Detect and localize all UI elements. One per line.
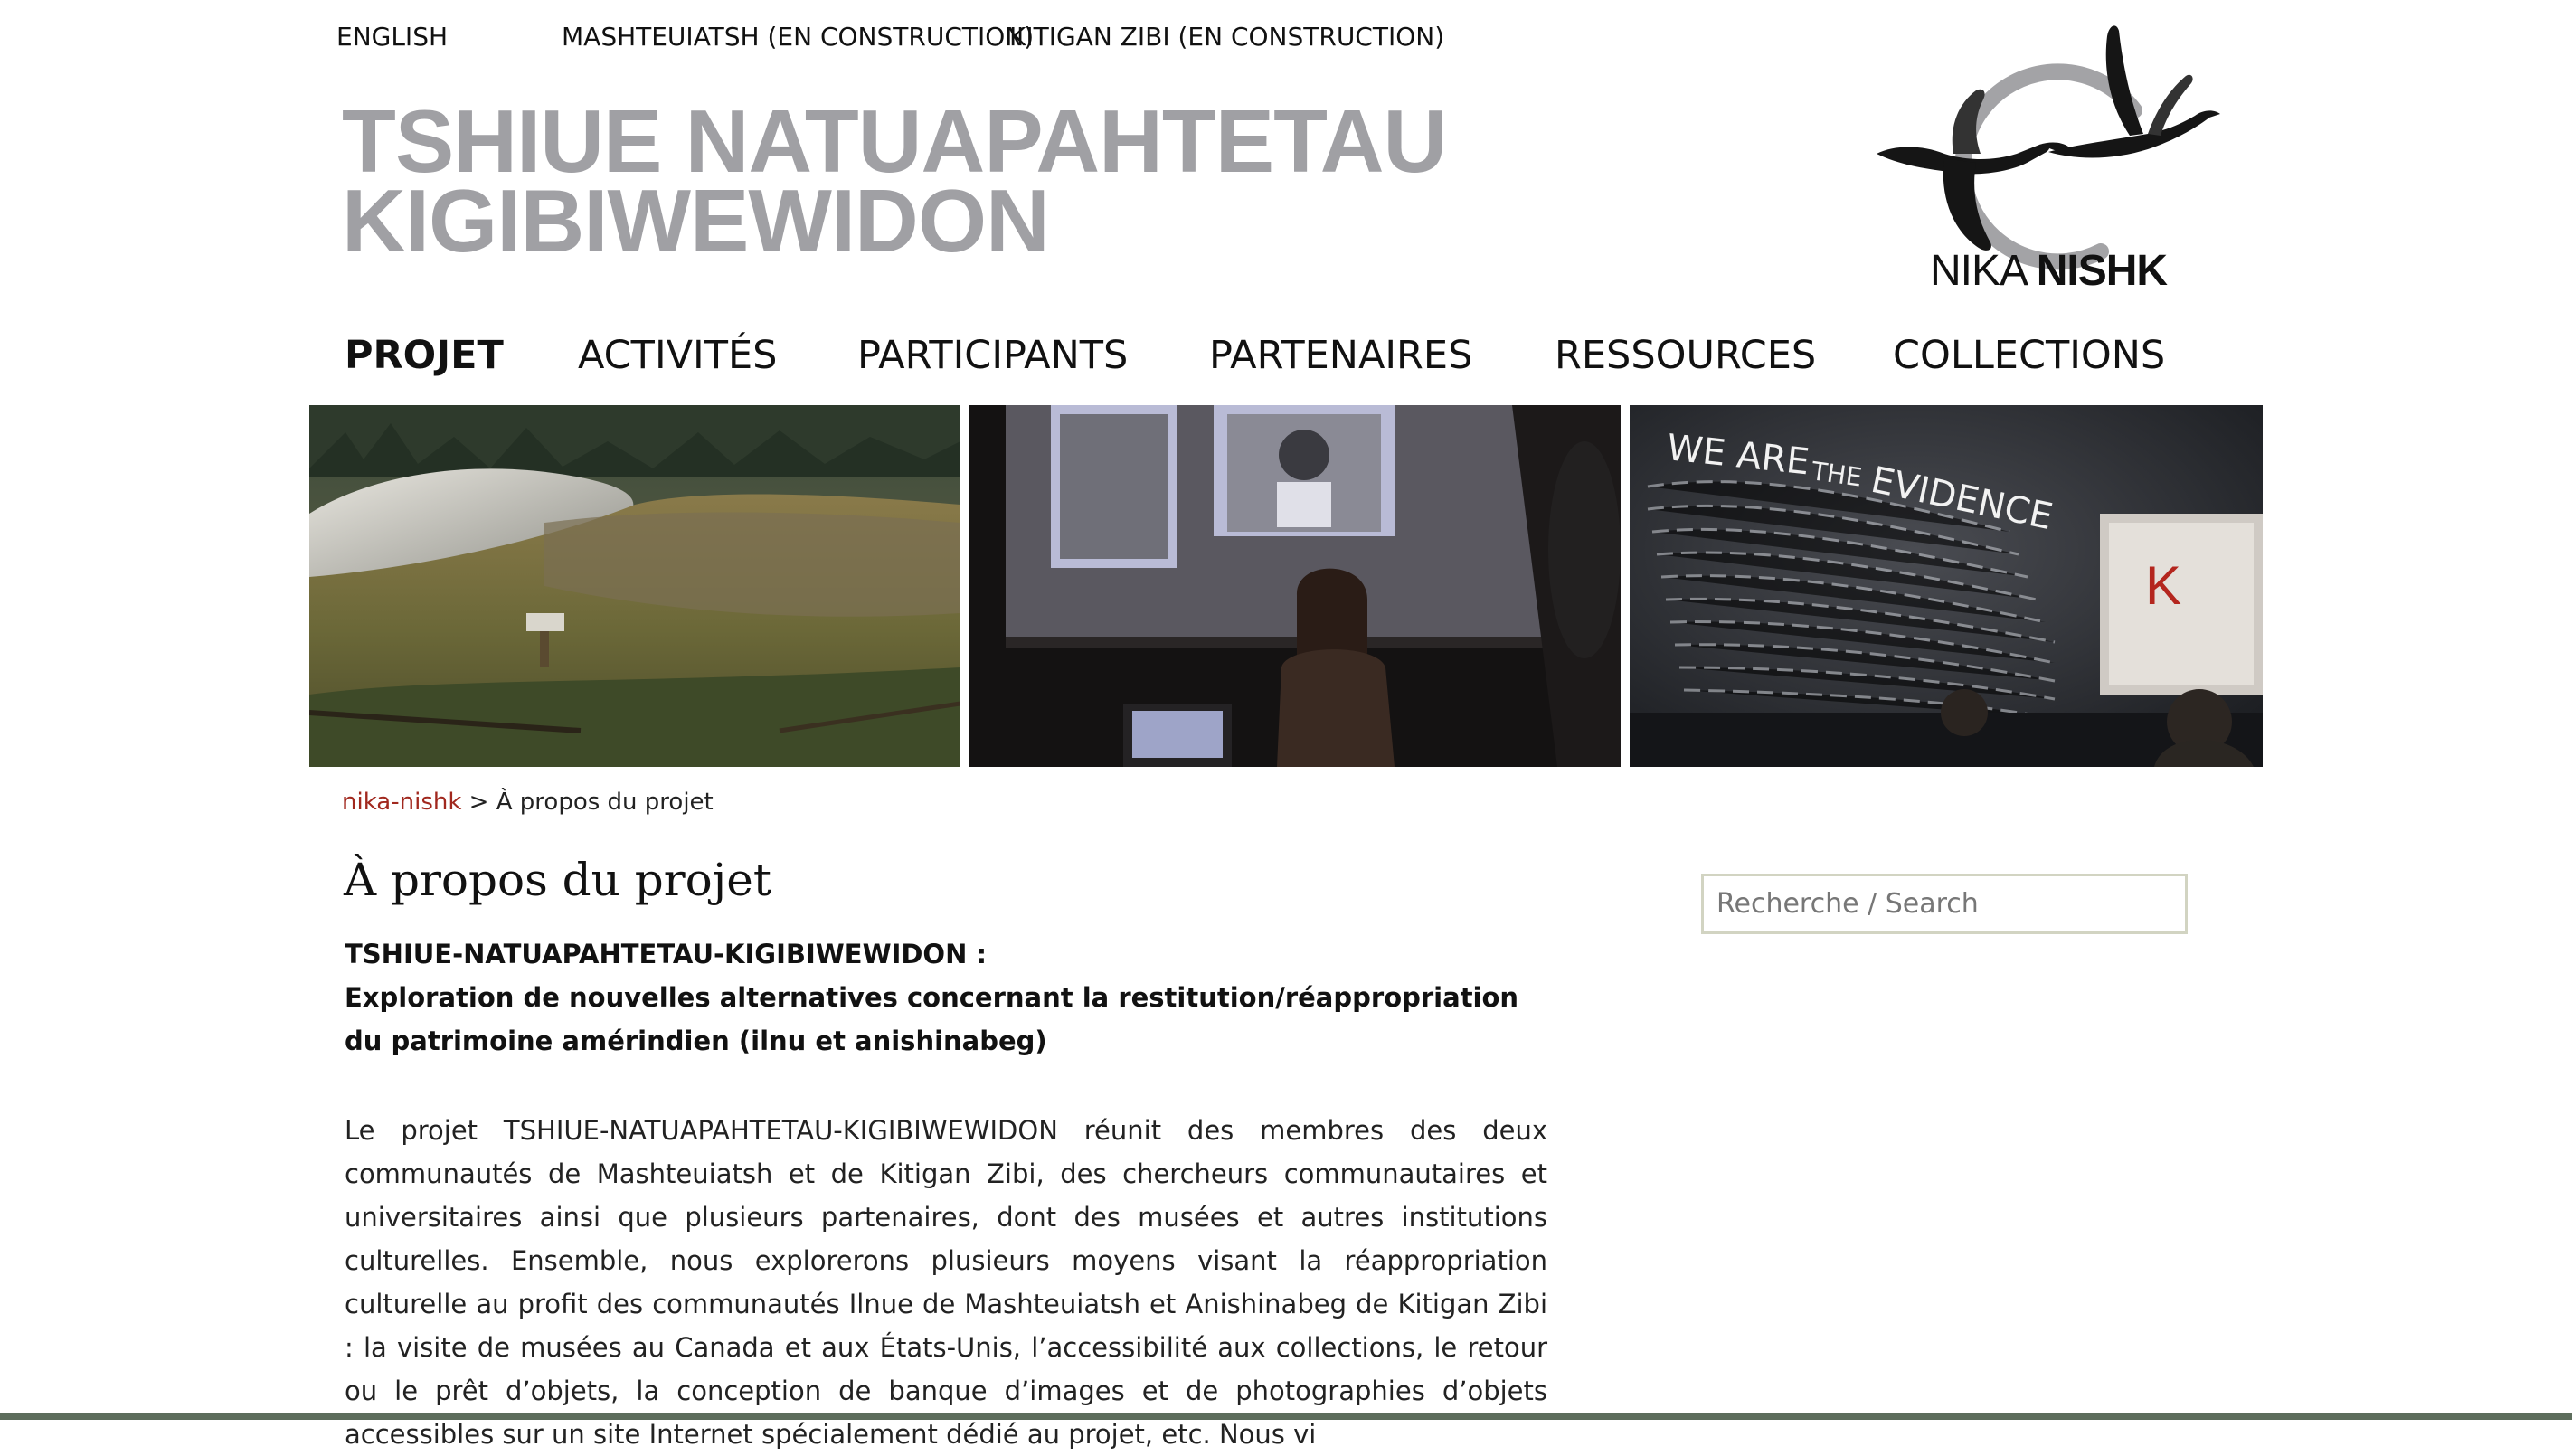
intro-heading-line1: TSHIUE-NATUAPAHTETAU-KIGIBIWEWIDON :: [345, 939, 988, 969]
search-input[interactable]: [1701, 874, 2188, 934]
logo-word-nika: NIKA: [1930, 247, 2026, 295]
intro-heading-line2: Exploration de nouvelles alternatives co…: [345, 982, 1519, 1013]
banner-photo-landscape: [309, 405, 960, 767]
page-title: À propos du projet: [344, 854, 771, 906]
banner-photo-museum-wall: WE ARE THE EVIDENCE K: [1630, 405, 2263, 767]
nav-projet[interactable]: PROJET: [345, 333, 504, 378]
logo-word-nishk: NISHK: [2036, 247, 2168, 295]
site-title-line2: KIGIBIWEWIDON: [342, 171, 1050, 270]
banner-photo-presentation: [969, 405, 1621, 767]
breadcrumb-separator: >: [461, 789, 496, 816]
breadcrumb-home-link[interactable]: nika-nishk: [342, 789, 461, 816]
breadcrumb-current: À propos du projet: [496, 789, 714, 816]
photo3-sign-letter: K: [2145, 555, 2181, 616]
logo-wordmark: NIKA NISHK: [1930, 246, 2168, 296]
english-link[interactable]: ENGLISH: [336, 22, 448, 52]
landscape-image: [309, 405, 960, 767]
presentation-image: [969, 405, 1621, 767]
site-title-line1: TSHIUE NATUAPAHTETAU: [342, 91, 1447, 191]
body-paragraph: Le projet TSHIUE-NATUAPAHTETAU-KIGIBIWEW…: [345, 1115, 1547, 1450]
nav-participants[interactable]: PARTICIPANTS: [857, 333, 1128, 378]
nav-ressources[interactable]: RESSOURCES: [1555, 333, 1816, 378]
nav-activites[interactable]: ACTIVITÉS: [578, 333, 777, 378]
kitigan-zibi-link[interactable]: KITIGAN ZIBI (EN CONSTRUCTION): [1009, 22, 1444, 52]
site-title[interactable]: TSHIUE NATUAPAHTETAU KIGIBIWEWIDON: [342, 91, 1447, 270]
nav-partenaires[interactable]: PARTENAIRES: [1209, 333, 1472, 378]
breadcrumb: nika-nishk > À propos du projet: [342, 789, 714, 816]
nav-collections[interactable]: COLLECTIONS: [1893, 333, 2165, 378]
museum-wall-image: WE ARE THE EVIDENCE K: [1630, 405, 2263, 767]
intro-heading-line3: du patrimoine amérindien (ilnu et anishi…: [345, 1026, 1047, 1056]
window-bottom-edge: [0, 1413, 2572, 1420]
mashteuiatsh-link[interactable]: MASHTEUIATSH (EN CONSTRUCTION): [562, 22, 1034, 52]
